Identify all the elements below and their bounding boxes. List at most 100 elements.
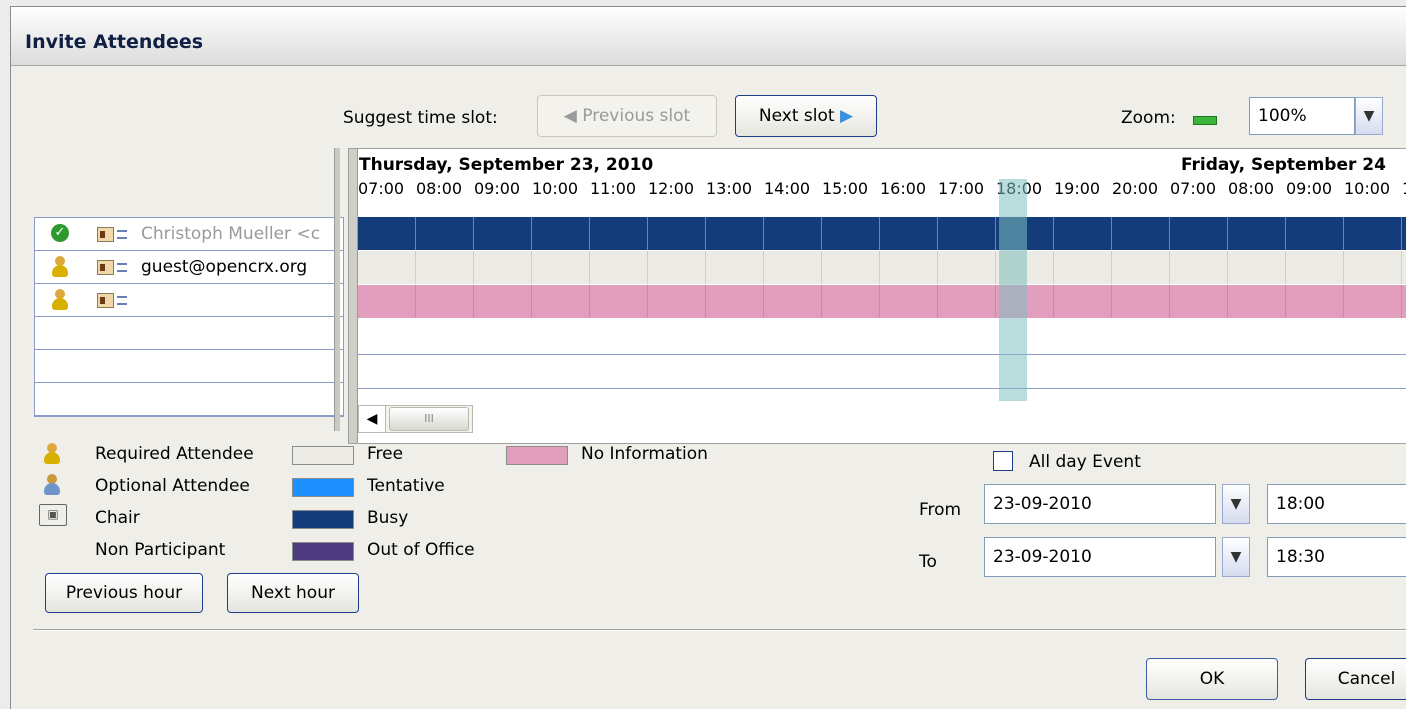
from-date-dropdown[interactable]: ▼ [1222, 484, 1250, 524]
legend-non-participant: Non Participant [95, 540, 226, 560]
grid-divider [473, 251, 474, 284]
attendee-list: ✓ Christoph Mueller <c guest@opencrx.org [34, 217, 344, 417]
hour-label: 11:00 [590, 179, 637, 198]
grid-divider [1401, 217, 1402, 250]
next-slot-button[interactable]: Next slot ▶ [735, 95, 877, 137]
required-attendee-icon [51, 289, 69, 311]
hour-label: 12:00 [648, 179, 695, 198]
grid-divider [705, 217, 706, 250]
grid-divider [1343, 251, 1344, 284]
selected-time-slot[interactable] [999, 179, 1027, 401]
next-hour-button[interactable]: Next hour [227, 573, 359, 613]
availability-rows [358, 217, 1406, 319]
required-attendee-icon [43, 443, 61, 465]
zoom-select[interactable]: 100% [1249, 97, 1355, 135]
grid-divider [937, 251, 938, 284]
free-swatch [292, 446, 354, 465]
attendee-row[interactable]: ✓ Christoph Mueller <c [35, 218, 343, 251]
hour-label: 10:00 [532, 179, 579, 198]
grid-divider [589, 217, 590, 250]
grid-divider [995, 217, 996, 250]
grid-divider [1053, 285, 1054, 318]
to-date-dropdown[interactable]: ▼ [1222, 537, 1250, 577]
grid-divider [1053, 251, 1054, 284]
empty-schedule-row [358, 321, 1406, 355]
grid-divider [1285, 217, 1286, 250]
grid-divider [705, 251, 706, 284]
chevron-down-icon: ▼ [1230, 549, 1242, 565]
from-label: From [919, 500, 962, 520]
horizontal-scrollbar[interactable]: ◀ III [358, 405, 473, 433]
grid-divider [763, 251, 764, 284]
from-time-field[interactable]: 18:00 [1267, 484, 1406, 524]
no-information-swatch [506, 446, 568, 465]
hour-label: 09:00 [1286, 179, 1333, 198]
grid-divider [473, 285, 474, 318]
hour-label: 09:00 [474, 179, 521, 198]
optional-attendee-icon [43, 474, 61, 496]
legend-required-attendee: Required Attendee [95, 444, 254, 464]
grid-divider [1111, 251, 1112, 284]
zoom-indicator-icon [1193, 116, 1217, 125]
attendee-name: guest@opencrx.org [141, 257, 308, 277]
hour-label: 08:00 [1228, 179, 1275, 198]
suggest-time-slot-label: Suggest time slot: [343, 108, 498, 128]
divider [33, 629, 1406, 631]
grid-divider [589, 251, 590, 284]
grid-divider [705, 285, 706, 318]
grid-divider [589, 285, 590, 318]
legend-tentative: Tentative [367, 476, 445, 496]
grid-divider [1343, 217, 1344, 250]
grid-divider [415, 285, 416, 318]
arrow-left-icon: ◀ [563, 106, 577, 126]
all-day-event-checkbox[interactable] [993, 451, 1013, 471]
hour-label: 15:00 [822, 179, 869, 198]
chevron-down-icon: ▼ [1363, 108, 1375, 124]
grid-divider [763, 217, 764, 250]
scroll-thumb[interactable]: III [389, 407, 469, 431]
hour-label: 07:00 [1170, 179, 1217, 198]
grid-divider [937, 285, 938, 318]
all-day-event-label: All day Event [1029, 452, 1141, 472]
to-date-field[interactable]: 23-09-2010 [984, 537, 1216, 577]
day-header-thursday: Thursday, September 23, 2010 [359, 155, 654, 175]
legend-busy: Busy [367, 508, 409, 528]
splitter-handle[interactable] [334, 148, 340, 431]
attendee-row-empty[interactable] [35, 383, 343, 416]
grid-divider [1227, 285, 1228, 318]
grid-divider [879, 285, 880, 318]
previous-hour-button[interactable]: Previous hour [45, 573, 203, 613]
grid-divider [1169, 217, 1170, 250]
zoom-dropdown-button[interactable]: ▼ [1355, 97, 1383, 135]
contact-card-icon [97, 227, 127, 242]
grid-divider [1169, 285, 1170, 318]
title-bar: Invite Attendees [11, 7, 1406, 66]
from-date-field[interactable]: 23-09-2010 [984, 484, 1216, 524]
contact-card-icon [97, 260, 127, 275]
attendee-name: Christoph Mueller <c [141, 224, 321, 244]
attendee-row[interactable]: guest@opencrx.org [35, 251, 343, 284]
attendee-row-empty[interactable] [35, 350, 343, 383]
grid-divider [995, 285, 996, 318]
grid-left-edge [349, 149, 358, 443]
day-header-friday: Friday, September 24 [1181, 155, 1386, 175]
grid-divider [1227, 251, 1228, 284]
schedule-grid[interactable]: Thursday, September 23, 2010 Friday, Sep… [348, 148, 1406, 444]
chevron-down-icon: ▼ [1230, 496, 1242, 512]
dialog-title: Invite Attendees [25, 31, 204, 53]
grid-divider [647, 251, 648, 284]
previous-slot-button[interactable]: ◀ Previous slot [537, 95, 717, 137]
grid-divider [1169, 251, 1170, 284]
ok-button[interactable]: OK [1146, 658, 1278, 700]
attendee-row-empty[interactable] [35, 317, 343, 350]
cancel-button[interactable]: Cancel [1305, 658, 1406, 700]
to-time-field[interactable]: 18:30 [1267, 537, 1406, 577]
scroll-left-arrow-icon[interactable]: ◀ [359, 406, 386, 432]
empty-schedule-row [358, 355, 1406, 389]
hour-label: 07:00 [358, 179, 405, 198]
grid-divider [879, 251, 880, 284]
grid-divider [531, 285, 532, 318]
zoom-label: Zoom: [1121, 108, 1176, 128]
grid-divider [531, 251, 532, 284]
attendee-row[interactable] [35, 284, 343, 317]
